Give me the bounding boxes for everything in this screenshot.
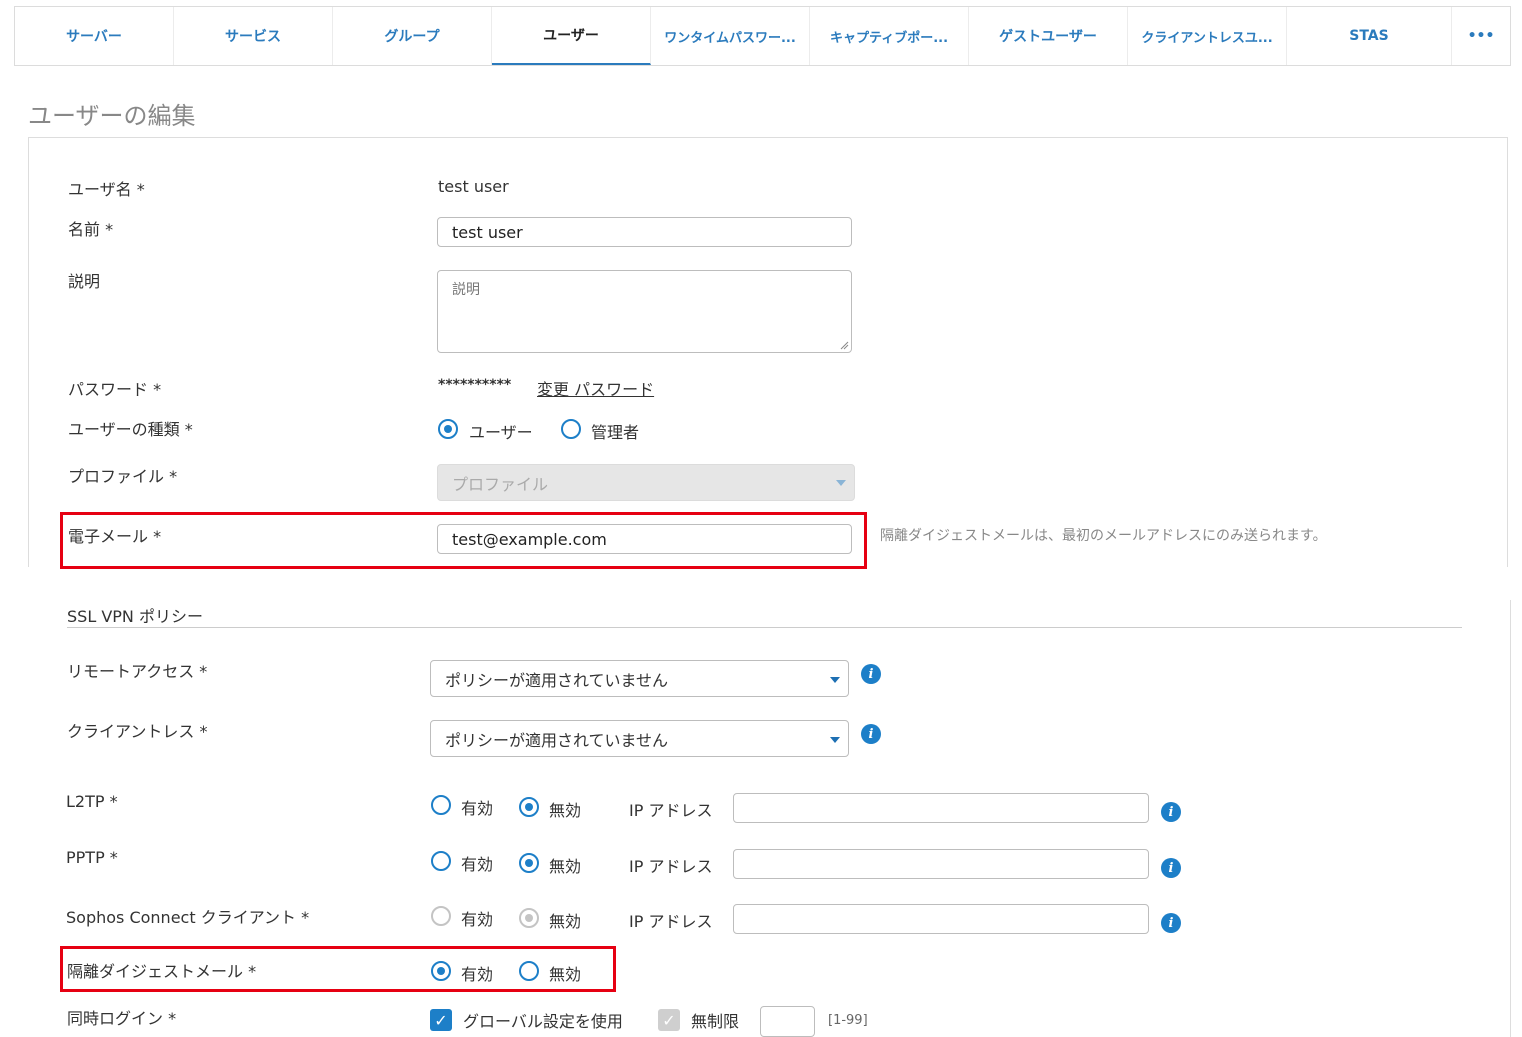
- concurrent-login-label: 同時ログイン *: [67, 1009, 177, 1028]
- info-icon[interactable]: i: [1161, 913, 1181, 933]
- top-tab-bar: サーバー サービス グループ ユーザー ワンタイムパスワー... キャプティブポ…: [14, 6, 1511, 66]
- description-placeholder: 説明: [452, 282, 480, 298]
- pptp-ip-label: IP アドレス: [629, 857, 713, 876]
- chevron-down-icon: [830, 737, 840, 743]
- quarantine-enabled-label: 有効: [461, 965, 494, 984]
- pptp-disabled-label: 無効: [549, 857, 582, 876]
- tab-guest-users[interactable]: ゲストユーザー: [969, 7, 1128, 65]
- password-label: パスワード *: [68, 380, 162, 399]
- sophos-enabled-radio: [431, 906, 451, 926]
- info-icon[interactable]: i: [861, 664, 881, 684]
- l2tp-disabled-radio[interactable]: [519, 797, 539, 817]
- unlimited-label: 無制限: [691, 1012, 740, 1031]
- profile-select: プロファイル: [437, 464, 855, 501]
- description-label: 説明: [68, 272, 101, 291]
- profile-label: プロファイル *: [68, 467, 178, 486]
- tab-services[interactable]: サービス: [174, 7, 333, 65]
- pptp-label: PPTP *: [66, 848, 118, 867]
- profile-placeholder: プロファイル: [452, 474, 549, 494]
- use-global-label: グローバル設定を使用: [463, 1012, 623, 1031]
- tab-captive-portal[interactable]: キャプティブポー...: [810, 7, 969, 65]
- sophos-ip-label: IP アドレス: [629, 912, 713, 931]
- remote-access-select[interactable]: ポリシーが適用されていません: [430, 660, 849, 697]
- name-input[interactable]: test user: [437, 217, 852, 247]
- chevron-down-icon: [836, 480, 846, 486]
- chevron-down-icon: [830, 677, 840, 683]
- sophos-enabled-label: 有効: [461, 910, 494, 929]
- pptp-ip-input[interactable]: [733, 849, 1149, 879]
- l2tp-ip-input[interactable]: [733, 793, 1149, 823]
- l2tp-enabled-label: 有効: [461, 799, 494, 818]
- sophos-connect-label: Sophos Connect クライアント *: [66, 908, 310, 927]
- user-type-user-label: ユーザー: [469, 423, 533, 442]
- concurrent-range-hint: [1-99]: [828, 1013, 868, 1028]
- user-type-user-radio[interactable]: [438, 419, 458, 439]
- tab-stas[interactable]: STAS: [1287, 7, 1452, 65]
- section-divider: [67, 627, 1462, 628]
- l2tp-disabled-label: 無効: [549, 801, 582, 820]
- concurrent-limit-input[interactable]: [760, 1006, 815, 1037]
- l2tp-label: L2TP *: [66, 792, 118, 811]
- sophos-disabled-radio: [519, 908, 539, 928]
- sophos-disabled-label: 無効: [549, 912, 582, 931]
- more-tabs-icon[interactable]: •••: [1452, 7, 1510, 65]
- pptp-enabled-label: 有効: [461, 855, 494, 874]
- email-hint: 隔離ダイジェストメールは、最初のメールアドレスにのみ送られます。: [880, 528, 1327, 544]
- pptp-disabled-radio[interactable]: [519, 853, 539, 873]
- user-type-label: ユーザーの種類 *: [68, 420, 193, 439]
- info-icon[interactable]: i: [861, 724, 881, 744]
- tab-clientless-users[interactable]: クライアントレスユ...: [1128, 7, 1287, 65]
- password-mask: **********: [438, 377, 512, 393]
- page-title: ユーザーの編集: [28, 102, 196, 130]
- l2tp-enabled-radio[interactable]: [431, 795, 451, 815]
- username-value: test user: [438, 177, 509, 196]
- use-global-checkbox[interactable]: ✓: [430, 1009, 452, 1031]
- quarantine-disabled-radio[interactable]: [519, 961, 539, 981]
- info-icon[interactable]: i: [1161, 802, 1181, 822]
- resize-handle-icon[interactable]: [839, 340, 849, 350]
- quarantine-disabled-label: 無効: [549, 965, 582, 984]
- quarantine-enabled-radio[interactable]: [431, 961, 451, 981]
- tab-one-time-password[interactable]: ワンタイムパスワー...: [651, 7, 810, 65]
- l2tp-ip-label: IP アドレス: [629, 801, 713, 820]
- user-type-admin-radio[interactable]: [561, 419, 581, 439]
- clientless-select[interactable]: ポリシーが適用されていません: [430, 720, 849, 757]
- email-label: 電子メール *: [68, 527, 162, 546]
- description-textarea[interactable]: 説明: [437, 270, 852, 353]
- quarantine-digest-label: 隔離ダイジェストメール *: [67, 962, 257, 981]
- unlimited-checkbox: ✓: [658, 1009, 680, 1031]
- pptp-enabled-radio[interactable]: [431, 851, 451, 871]
- tab-servers[interactable]: サーバー: [15, 7, 174, 65]
- info-icon[interactable]: i: [1161, 858, 1181, 878]
- clientless-label: クライアントレス *: [67, 722, 208, 741]
- user-type-admin-label: 管理者: [591, 423, 640, 442]
- username-label: ユーザ名 *: [68, 180, 145, 199]
- remote-access-label: リモートアクセス *: [67, 662, 208, 681]
- change-password-link[interactable]: 変更 パスワード: [537, 376, 654, 400]
- sophos-ip-input[interactable]: [733, 904, 1149, 934]
- tab-groups[interactable]: グループ: [333, 7, 492, 65]
- clientless-value: ポリシーが適用されていません: [445, 730, 669, 750]
- name-label: 名前 *: [68, 220, 114, 239]
- tab-users[interactable]: ユーザー: [492, 7, 651, 65]
- ssl-vpn-section-title: SSL VPN ポリシー: [67, 607, 203, 626]
- email-input[interactable]: test@example.com: [437, 524, 852, 554]
- remote-access-value: ポリシーが適用されていません: [445, 670, 669, 690]
